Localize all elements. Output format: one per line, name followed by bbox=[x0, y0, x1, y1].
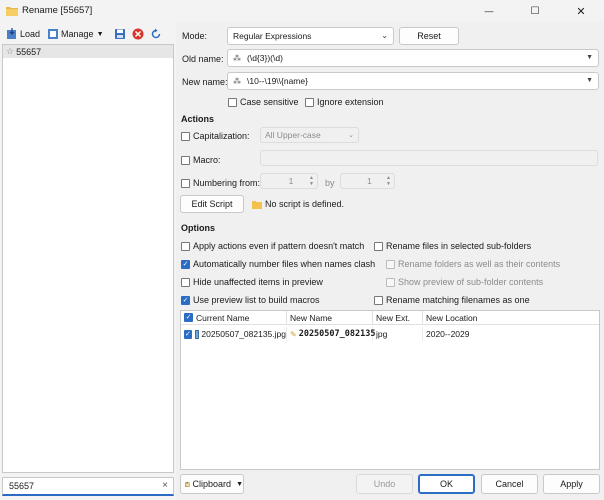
by-label: by bbox=[325, 178, 335, 188]
row-checkbox[interactable] bbox=[184, 329, 192, 339]
manage-button[interactable]: Manage ▼ bbox=[45, 25, 105, 43]
undo-button[interactable]: Undo bbox=[356, 474, 413, 494]
numbering-by-input[interactable]: 1 ▲ ▼ bbox=[340, 173, 395, 189]
preview-table[interactable]: Current Name New Name New Ext. New Locat… bbox=[180, 310, 600, 470]
edit-script-button[interactable]: Edit Script bbox=[180, 195, 244, 213]
dropdown-arrow-icon[interactable]: ▼ bbox=[586, 77, 593, 84]
search-input[interactable]: 55657 × bbox=[2, 477, 174, 496]
macro-input[interactable] bbox=[260, 150, 598, 166]
close-button[interactable]: ✕ bbox=[558, 0, 604, 22]
apply-button[interactable]: Apply bbox=[543, 474, 600, 494]
chevron-down-icon: ▼ bbox=[236, 480, 243, 488]
table-row[interactable]: 20250507_082135.jpg ✎ 20250507_082135 jp… bbox=[181, 327, 599, 341]
old-name-label: Old name: bbox=[182, 54, 224, 64]
load-icon bbox=[6, 28, 18, 40]
chevron-down-icon: ⌄ bbox=[348, 132, 354, 139]
chevron-down-icon: ⌄ bbox=[381, 31, 388, 40]
column-header-current-name[interactable]: Current Name bbox=[181, 311, 287, 324]
apply-actions-checkbox[interactable]: Apply actions even if pattern doesn't ma… bbox=[181, 241, 364, 251]
column-header-new-ext[interactable]: New Ext. bbox=[373, 311, 423, 324]
delete-button[interactable] bbox=[130, 25, 148, 43]
actions-heading: Actions bbox=[181, 114, 215, 124]
use-preview-checkbox[interactable]: Use preview list to build macros bbox=[181, 295, 320, 305]
minimize-button[interactable]: — bbox=[466, 0, 512, 22]
capitalization-select[interactable]: All Upper-case ⌄ bbox=[260, 127, 359, 143]
options-heading: Options bbox=[181, 223, 215, 233]
new-ext-cell: jpg bbox=[373, 327, 423, 341]
select-all-checkbox[interactable] bbox=[184, 313, 193, 322]
spinner-icon[interactable]: ▲ ▼ bbox=[386, 175, 391, 187]
show-preview-subfolder-checkbox[interactable]: Show preview of sub-folder contents bbox=[386, 277, 543, 287]
auto-number-checkbox[interactable]: Automatically number files when names cl… bbox=[181, 259, 375, 269]
manage-icon bbox=[47, 28, 59, 40]
cancel-button[interactable]: Cancel bbox=[481, 474, 538, 494]
ok-button[interactable]: OK bbox=[418, 474, 475, 494]
regex-icon: ⁂ bbox=[233, 53, 241, 63]
mode-select[interactable]: Regular Expressions ⌄ bbox=[227, 27, 394, 45]
script-status: No script is defined. bbox=[252, 199, 344, 209]
left-toolbar: Load Manage ▼ bbox=[0, 24, 178, 44]
table-header: Current Name New Name New Ext. New Locat… bbox=[181, 311, 599, 325]
rename-folders-checkbox[interactable]: Rename folders as well as their contents bbox=[386, 259, 560, 269]
pencil-icon: ✎ bbox=[290, 329, 297, 339]
regex-icon: ⁂ bbox=[233, 76, 241, 86]
chevron-down-icon: ▼ bbox=[96, 30, 104, 38]
new-name-label: New name: bbox=[182, 77, 228, 87]
macro-checkbox[interactable]: Macro: bbox=[181, 155, 221, 165]
reset-button[interactable]: Reset bbox=[399, 27, 459, 45]
new-location-cell: 2020--2029 bbox=[426, 329, 470, 339]
numbering-checkbox[interactable]: Numbering from: bbox=[181, 178, 260, 188]
ignore-extension-checkbox[interactable]: Ignore extension bbox=[305, 97, 384, 107]
image-file-icon bbox=[194, 329, 200, 339]
old-name-input[interactable]: ⁂ (\d{3})(\d) ▼ bbox=[227, 49, 599, 67]
new-name-input[interactable]: ⁂ \10--\19\\{name} ▼ bbox=[227, 72, 599, 90]
list-item[interactable]: ☆ 55657 bbox=[3, 45, 173, 58]
case-sensitive-checkbox[interactable]: Case sensitive bbox=[228, 97, 299, 107]
refresh-icon bbox=[150, 28, 162, 40]
preset-list[interactable]: ☆ 55657 bbox=[2, 44, 174, 473]
window-title: Rename [55657] bbox=[22, 5, 93, 16]
capitalization-checkbox[interactable]: Capitalization: bbox=[181, 131, 250, 141]
rename-subfolders-checkbox[interactable]: Rename files in selected sub-folders bbox=[374, 241, 531, 251]
dropdown-arrow-icon[interactable]: ▼ bbox=[586, 54, 593, 61]
numbering-from-input[interactable]: 1 ▲ ▼ bbox=[260, 173, 318, 189]
save-button[interactable] bbox=[112, 25, 130, 43]
rename-matching-checkbox[interactable]: Rename matching filenames as one bbox=[374, 295, 530, 305]
mode-label: Mode: bbox=[182, 31, 208, 41]
hide-unaffected-checkbox[interactable]: Hide unaffected items in preview bbox=[181, 277, 323, 287]
current-name-cell: 20250507_082135.jpg bbox=[201, 329, 286, 339]
refresh-button[interactable] bbox=[148, 25, 166, 43]
save-icon bbox=[114, 28, 126, 40]
clear-icon[interactable]: × bbox=[162, 480, 168, 491]
delete-icon bbox=[132, 28, 144, 40]
maximize-button[interactable]: ☐ bbox=[512, 0, 558, 22]
column-header-new-location[interactable]: New Location bbox=[423, 311, 599, 324]
clipboard-icon bbox=[185, 481, 190, 487]
spinner-icon[interactable]: ▲ ▼ bbox=[309, 175, 314, 187]
folder-icon bbox=[252, 200, 262, 209]
app-folder-icon bbox=[6, 7, 18, 16]
star-icon: ☆ bbox=[6, 46, 15, 56]
column-header-new-name[interactable]: New Name bbox=[287, 311, 373, 324]
new-name-cell: 20250507_082135 bbox=[298, 329, 376, 339]
clipboard-button[interactable]: Clipboard ▼ bbox=[180, 474, 244, 494]
load-button[interactable]: Load bbox=[4, 25, 42, 43]
